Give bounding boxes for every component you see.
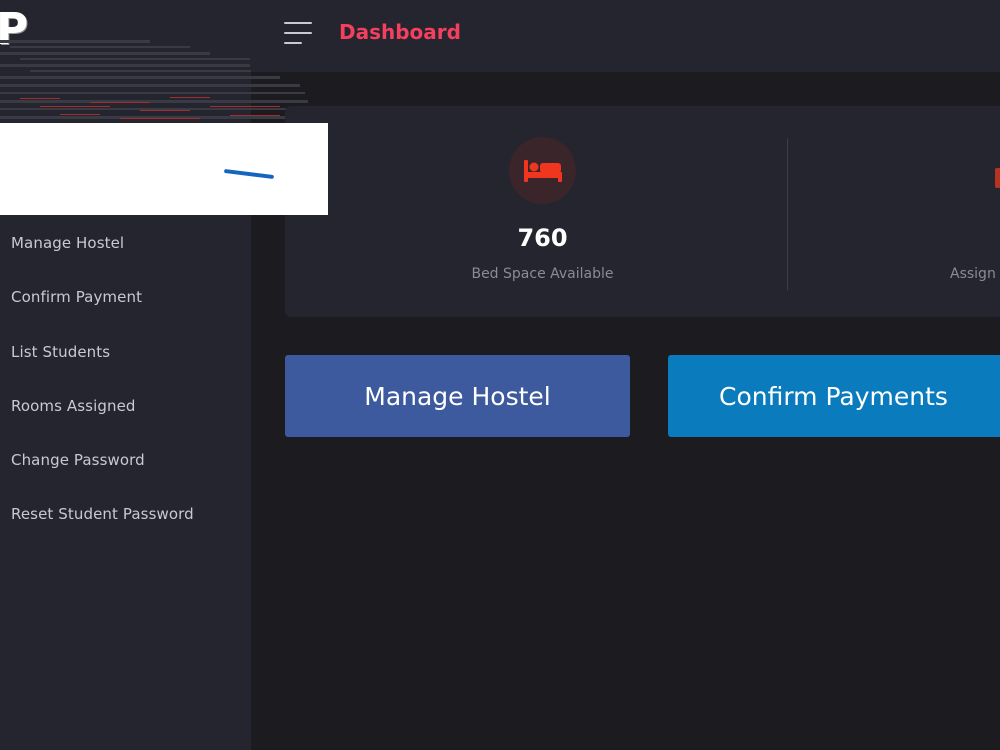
stats-card: 760 Bed Space Available Assign [285, 106, 1000, 317]
sidebar: P Manage Hostel Confirm Payment List Stu… [0, 0, 308, 750]
bed-space-count: 760 [517, 224, 568, 252]
bed-icon [524, 160, 562, 182]
sidebar-item-confirm-payment[interactable]: Confirm Payment [0, 270, 251, 324]
bed-icon-badge [509, 137, 576, 204]
manage-hostel-button[interactable]: Manage Hostel [285, 355, 630, 437]
stats-divider [787, 138, 788, 290]
sidebar-menu: Manage Hostel Confirm Payment List Stude… [0, 216, 251, 542]
partial-icon [995, 168, 1000, 188]
hamburger-icon[interactable] [284, 22, 314, 44]
sidebar-item-list-students[interactable]: List Students [0, 325, 251, 379]
top-bar: Dashboard [251, 0, 1000, 72]
page-title: Dashboard [339, 20, 461, 44]
bed-space-label: Bed Space Available [471, 266, 614, 282]
sidebar-item-change-password[interactable]: Change Password [0, 433, 251, 487]
assigned-label: Assign [950, 266, 996, 282]
sidebar-item-manage-hostel[interactable]: Manage Hostel [0, 216, 251, 270]
sidebar-item-rooms-assigned[interactable]: Rooms Assigned [0, 379, 251, 433]
confirm-payments-button[interactable]: Confirm Payments [668, 355, 1000, 437]
profile-panel-overlay [0, 123, 328, 215]
sidebar-item-reset-student-password[interactable]: Reset Student Password [0, 487, 251, 541]
